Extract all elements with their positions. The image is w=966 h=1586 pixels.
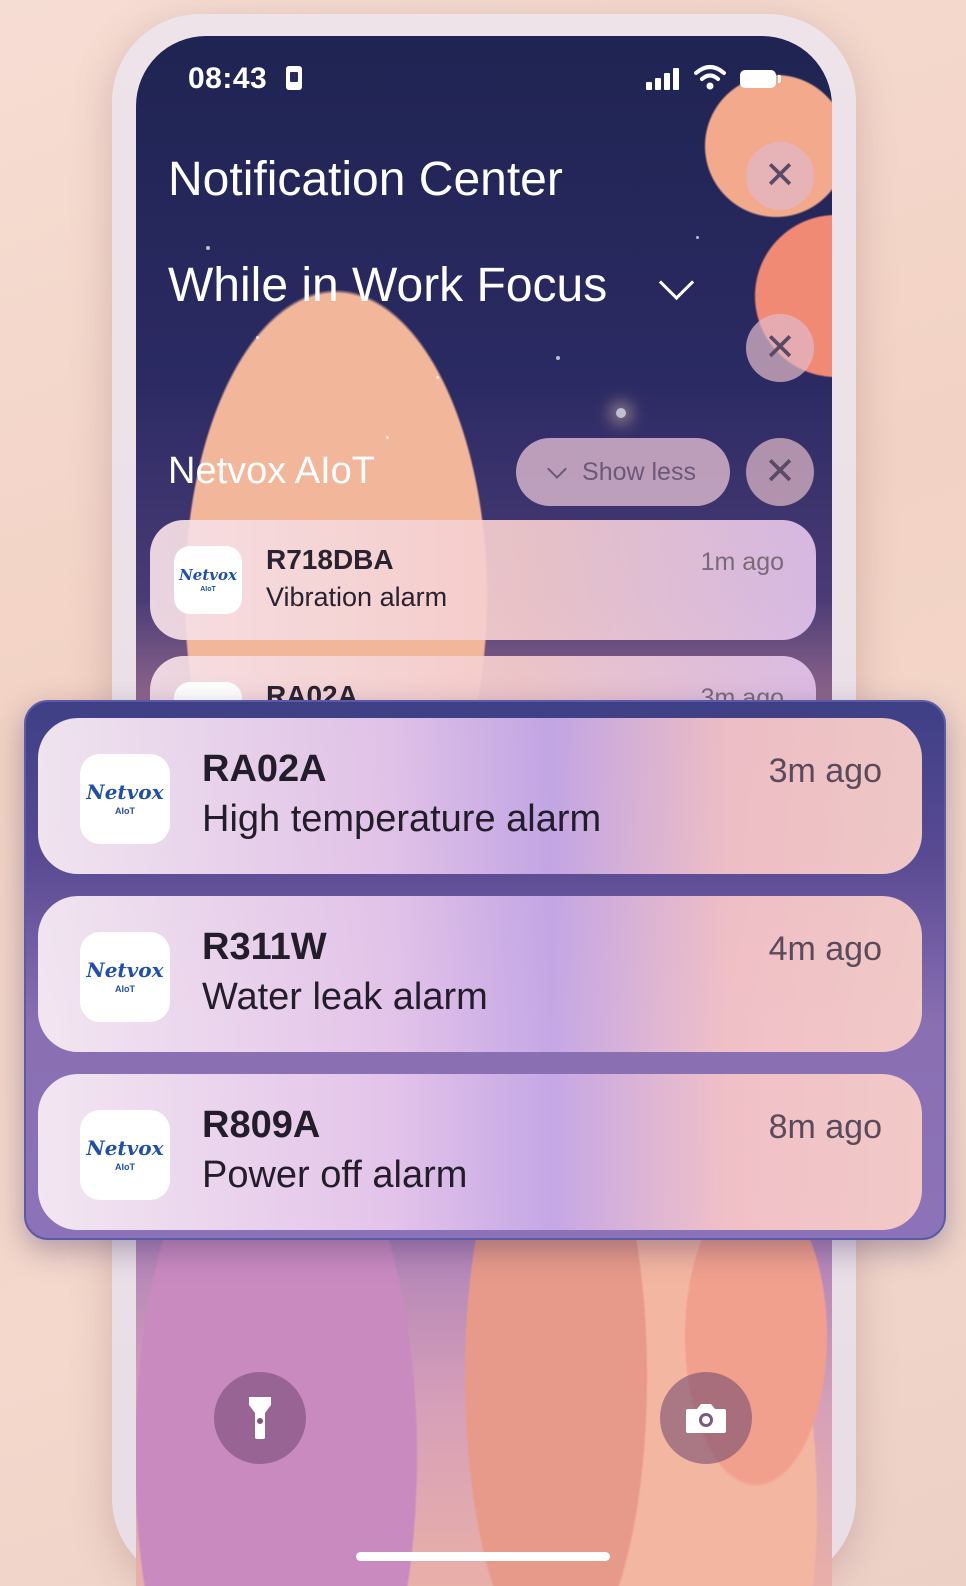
app-logo-icon: Netvox AIoT bbox=[80, 1110, 170, 1200]
notification-device: R311W bbox=[202, 926, 327, 968]
notification-time: 8m ago bbox=[768, 1108, 882, 1146]
close-icon: ✕ bbox=[764, 327, 796, 369]
wifi-icon bbox=[694, 65, 726, 90]
app-logo-icon: Netvox AIoT bbox=[80, 932, 170, 1022]
notification-message: Water leak alarm bbox=[202, 976, 488, 1018]
sim-lock-icon bbox=[286, 66, 302, 90]
notifications-zoom-panel: Netvox AIoT RA02A High temperature alarm… bbox=[24, 700, 946, 1240]
focus-mode-label[interactable]: While in Work Focus bbox=[168, 258, 607, 313]
close-notification-center-button[interactable]: ✕ bbox=[746, 142, 814, 210]
app-logo-icon: Netvox AIoT bbox=[174, 546, 242, 614]
notification-message: Power off alarm bbox=[202, 1154, 468, 1196]
notification-device: RA02A bbox=[202, 748, 327, 790]
battery-icon bbox=[740, 70, 781, 88]
home-indicator[interactable] bbox=[356, 1552, 610, 1561]
close-focus-section-button[interactable]: ✕ bbox=[746, 314, 814, 382]
close-icon: ✕ bbox=[764, 451, 796, 493]
app-logo-icon: Netvox AIoT bbox=[80, 754, 170, 844]
camera-icon bbox=[686, 1404, 726, 1433]
show-less-label: Show less bbox=[582, 457, 696, 486]
signal-icon bbox=[646, 68, 682, 90]
notification-time: 3m ago bbox=[768, 752, 882, 790]
clear-group-button[interactable]: ✕ bbox=[746, 438, 814, 506]
flashlight-icon bbox=[249, 1397, 271, 1439]
show-less-button[interactable]: Show less bbox=[516, 438, 730, 506]
notification-card[interactable]: Netvox AIoT RA02A High temperature alarm… bbox=[38, 718, 922, 874]
notification-device: R809A bbox=[202, 1104, 321, 1146]
app-group-label: Netvox AIoT bbox=[168, 450, 375, 492]
notification-card[interactable]: Netvox AIoT R809A Power off alarm 8m ago bbox=[38, 1074, 922, 1230]
chevron-down-icon bbox=[547, 459, 567, 479]
page-title: Notification Center bbox=[168, 153, 563, 206]
close-icon: ✕ bbox=[764, 155, 796, 197]
notification-message: Vibration alarm bbox=[266, 582, 448, 612]
notification-card[interactable]: Netvox AIoT R718DBA Vibration alarm 1m a… bbox=[150, 520, 816, 640]
notification-card[interactable]: Netvox AIoT R311W Water leak alarm 4m ag… bbox=[38, 896, 922, 1052]
flashlight-button[interactable] bbox=[214, 1372, 306, 1464]
notification-message: High temperature alarm bbox=[202, 798, 602, 840]
notification-device: R718DBA bbox=[266, 544, 394, 575]
status-time: 08:43 bbox=[188, 62, 268, 95]
notification-time: 1m ago bbox=[700, 548, 784, 576]
camera-button[interactable] bbox=[660, 1372, 752, 1464]
notification-time: 4m ago bbox=[768, 930, 882, 968]
